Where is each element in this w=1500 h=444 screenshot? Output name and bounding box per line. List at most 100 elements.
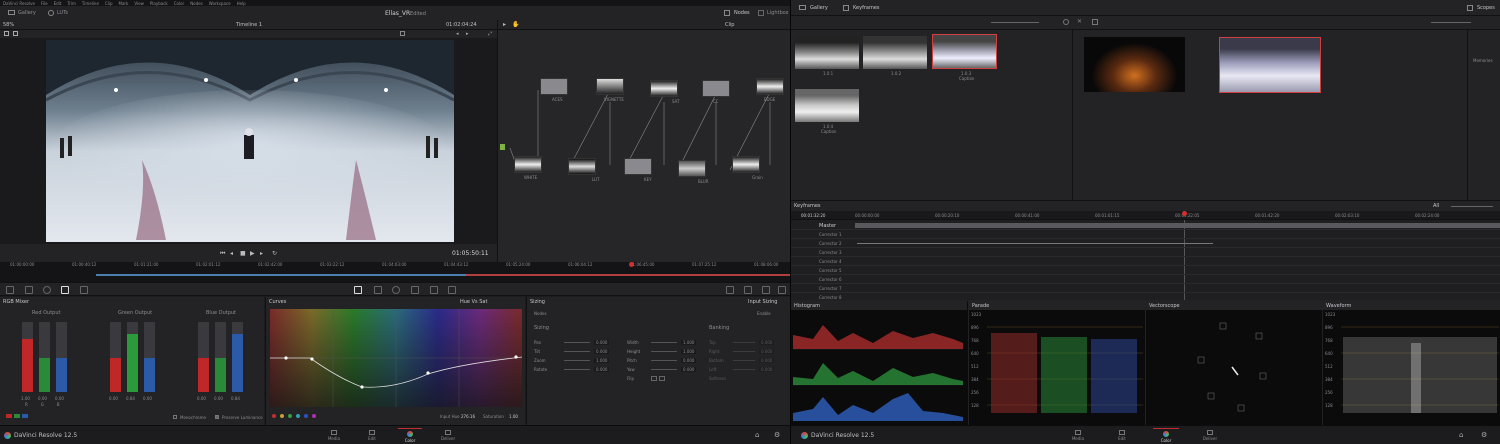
nodes-icon[interactable] <box>724 10 730 16</box>
param-value[interactable]: 0.000 <box>681 358 697 363</box>
split-icon[interactable] <box>4 31 9 36</box>
luts-icon[interactable] <box>48 10 54 16</box>
motion-effects-icon[interactable] <box>80 286 88 294</box>
window-icon[interactable] <box>392 286 400 294</box>
mixer-value[interactable]: 1.00 <box>21 396 33 401</box>
menu-item[interactable]: DaVinci Resolve <box>3 1 35 6</box>
param-slider[interactable] <box>733 369 755 370</box>
scope-title[interactable]: Waveform <box>1326 303 1351 309</box>
node[interactable] <box>514 156 542 173</box>
menu-item[interactable]: View <box>134 1 144 6</box>
gallery-icon[interactable] <box>8 10 15 15</box>
tab-media[interactable]: Media <box>1065 428 1091 444</box>
keyframes-zoom-slider[interactable] <box>1451 206 1493 207</box>
param-value[interactable]: 0.000 <box>759 358 775 363</box>
mixer-value[interactable]: 0.00 <box>143 396 155 401</box>
node[interactable] <box>756 78 784 95</box>
param-slider[interactable] <box>733 342 755 343</box>
grid-icon[interactable] <box>1092 19 1098 25</box>
memories-slider[interactable] <box>1431 22 1471 23</box>
node[interactable] <box>678 160 706 177</box>
tab-media[interactable]: Media <box>322 428 346 444</box>
input-port[interactable] <box>500 144 505 150</box>
param-slider[interactable] <box>651 351 677 352</box>
keyframes-filter-select[interactable]: All <box>1433 203 1439 209</box>
input-hue-value[interactable]: 276.16 <box>461 414 475 419</box>
node[interactable] <box>624 158 652 175</box>
still-thumb[interactable] <box>795 36 859 69</box>
close-icon[interactable]: ✕ <box>1077 18 1082 25</box>
mini-timeline[interactable]: 01:00:00:00 01:00:40:12 01:01:21:00 01:0… <box>0 262 790 282</box>
param-slider[interactable] <box>564 342 590 343</box>
menu-item[interactable]: File <box>41 1 48 6</box>
param-value[interactable]: 1.000 <box>681 340 697 345</box>
color-match-icon[interactable] <box>25 286 33 294</box>
param-slider[interactable] <box>564 360 590 361</box>
mixer-sliders-blue-output[interactable] <box>198 322 248 392</box>
mixer-value[interactable]: 0.00 <box>55 396 67 401</box>
node[interactable] <box>732 156 760 173</box>
lightbox-icon[interactable] <box>758 10 764 16</box>
node[interactable] <box>596 78 624 95</box>
param-value[interactable]: 0.000 <box>594 349 610 354</box>
param-slider[interactable] <box>733 351 755 352</box>
swatch-magenta[interactable] <box>312 414 316 418</box>
keyframes-icon[interactable] <box>843 5 849 11</box>
timeline-select[interactable]: Timeline 1 <box>236 22 262 28</box>
mixer-value[interactable]: 0.00 <box>38 396 50 401</box>
rgb-mixer-icon[interactable] <box>61 286 69 294</box>
menu-item[interactable]: Workspace <box>209 1 231 6</box>
param-value[interactable]: 0.000 <box>759 340 775 345</box>
swap-r-button[interactable] <box>6 414 12 418</box>
menu-item[interactable]: Playback <box>150 1 168 6</box>
swatch-yellow[interactable] <box>280 414 284 418</box>
kf-row[interactable]: Corrector 5 <box>791 266 1500 275</box>
zoom-slider[interactable] <box>991 22 1039 23</box>
monochrome-checkbox[interactable] <box>173 415 177 419</box>
tab-color[interactable]: Color <box>1153 428 1179 444</box>
kf-playhead[interactable] <box>1182 211 1187 216</box>
flip-v-button[interactable] <box>659 376 665 381</box>
menu-item[interactable]: Edit <box>54 1 62 6</box>
param-value[interactable]: 0.000 <box>681 367 697 372</box>
preserve-luminance-checkbox[interactable] <box>215 415 219 419</box>
scopes-button[interactable]: Scopes <box>1477 5 1495 11</box>
node[interactable] <box>540 78 568 95</box>
menu-item[interactable]: Nodes <box>190 1 203 6</box>
tracker-icon[interactable] <box>411 286 419 294</box>
mixer-value[interactable]: 0.00 <box>109 396 121 401</box>
settings-icon[interactable]: ⚙ <box>774 431 780 439</box>
scope-title[interactable]: Vectorscope <box>1149 303 1180 309</box>
stop-icon[interactable]: ■ <box>240 250 246 257</box>
tab-edit[interactable]: Edit <box>1109 428 1135 444</box>
expand-icon[interactable]: ⤢ <box>488 31 492 37</box>
mixer-value[interactable]: 0.00 <box>214 396 226 401</box>
preview-thumb[interactable] <box>1084 37 1185 92</box>
param-value[interactable]: 0.000 <box>759 367 775 372</box>
prev-icon[interactable]: ◂ <box>456 31 459 37</box>
node[interactable] <box>650 80 678 97</box>
menu-item[interactable]: Trim <box>67 1 76 6</box>
swatch-cyan[interactable] <box>296 414 300 418</box>
swatch-green[interactable] <box>288 414 292 418</box>
highlight-icon[interactable] <box>400 31 405 36</box>
curve-graph[interactable] <box>270 309 522 407</box>
swap-g-button[interactable] <box>14 414 20 418</box>
param-slider[interactable] <box>733 360 755 361</box>
kf-row[interactable]: Corrector 7 <box>791 284 1500 293</box>
mixer-value[interactable]: 0.00 <box>197 396 209 401</box>
menu-item[interactable]: Help <box>237 1 246 6</box>
mixer-sliders-green-output[interactable] <box>110 322 160 392</box>
preview-thumb-selected[interactable] <box>1219 37 1321 93</box>
blur-icon[interactable] <box>430 286 438 294</box>
swatch-red[interactable] <box>272 414 276 418</box>
playhead-marker[interactable] <box>629 262 634 267</box>
gallery-button[interactable]: Gallery <box>810 5 828 11</box>
hand-icon[interactable]: ✋ <box>512 21 519 28</box>
gallery-icon[interactable] <box>799 5 806 10</box>
zoom-select[interactable]: 58% <box>3 22 14 28</box>
video-viewer[interactable] <box>0 38 497 244</box>
nodes-button[interactable]: Nodes <box>734 10 750 16</box>
param-value[interactable]: 1.000 <box>594 358 610 363</box>
luts-button[interactable]: LUTs <box>57 10 68 16</box>
